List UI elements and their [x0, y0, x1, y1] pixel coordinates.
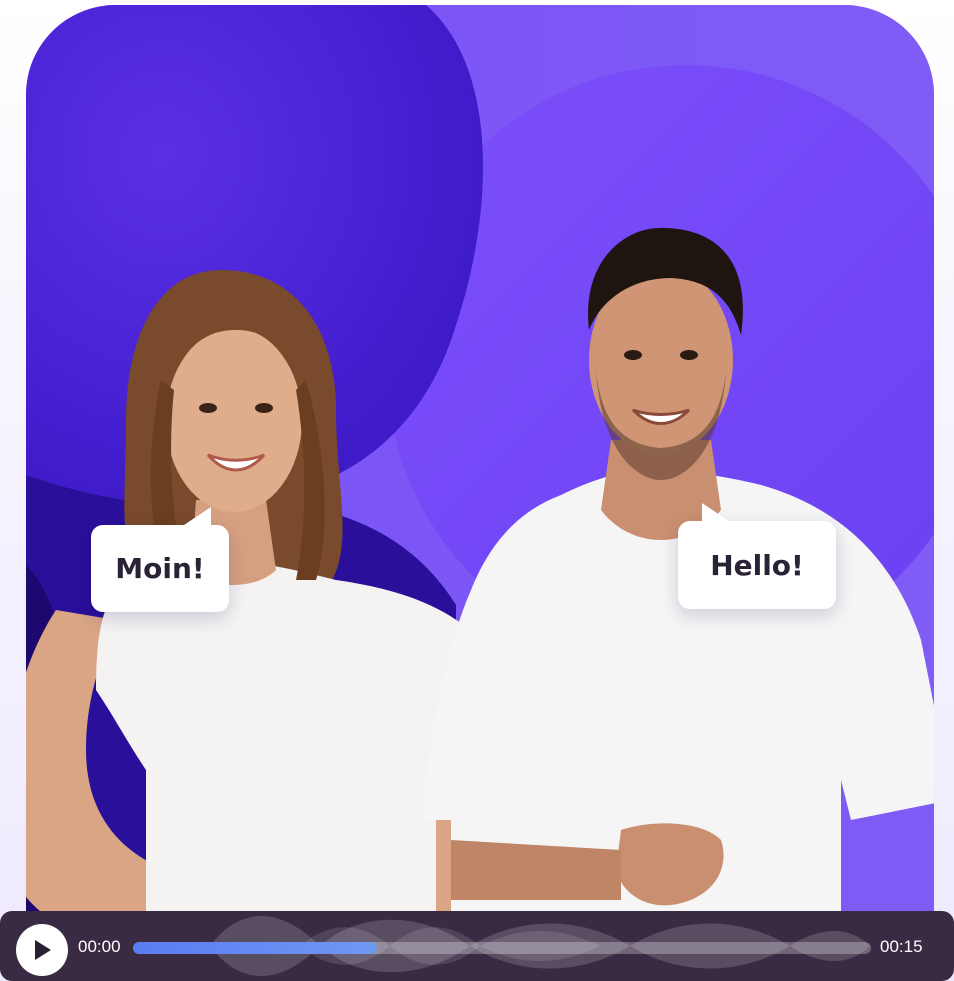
progress-track[interactable]	[133, 942, 871, 954]
play-icon	[35, 940, 51, 960]
play-button[interactable]	[16, 924, 68, 976]
speech-bubble-right: Hello!	[678, 503, 836, 609]
current-time: 00:00	[78, 937, 121, 956]
audio-player: 00:00 00:15	[0, 911, 954, 981]
video-stage	[26, 5, 934, 970]
speech-bubble-left: Moin!	[91, 507, 229, 612]
total-time: 00:15	[880, 937, 923, 956]
speech-text-right: Hello!	[710, 548, 804, 582]
speech-text-left: Moin!	[115, 552, 205, 585]
progress-fill	[133, 942, 377, 954]
